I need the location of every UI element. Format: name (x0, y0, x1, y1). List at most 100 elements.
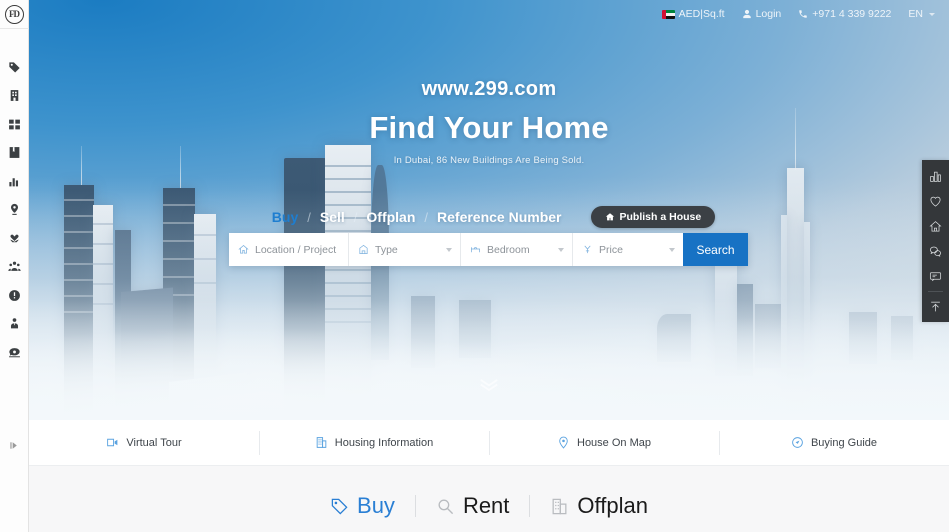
hands-heart-icon (9, 234, 19, 243)
sidebar-item-statistics[interactable] (0, 167, 29, 196)
home-icon (605, 213, 614, 221)
property-type-icon (359, 244, 368, 254)
search-tabs: Buy / Sell / Offplan / Reference Number (263, 209, 571, 225)
housing-information-icon (316, 437, 327, 448)
type-dropdown[interactable]: Type (349, 233, 461, 266)
agent-icon (10, 318, 18, 329)
search-tabs-row: Buy / Sell / Offplan / Reference Number … (29, 205, 949, 229)
logo-monogram: FD (4, 4, 24, 24)
home-button[interactable] (922, 214, 949, 239)
feature-buying-guide[interactable]: Buying Guide (719, 430, 949, 456)
sidebar-item-listings[interactable] (0, 139, 29, 168)
sidebar-item-buildings[interactable] (0, 82, 29, 111)
market-data-button[interactable] (922, 164, 949, 189)
bottom-tab-label: Offplan (577, 493, 648, 518)
bottom-tab-rent[interactable]: Rent (416, 493, 529, 519)
building-icon (552, 498, 567, 514)
type-label: Type (375, 243, 398, 256)
login-label: Login (755, 8, 782, 20)
feature-links-strip: Virtual Tour Housing Information House O… (29, 420, 949, 466)
back-to-top-button[interactable] (922, 294, 949, 319)
info-icon (8, 289, 20, 301)
compass-icon (792, 437, 803, 448)
chevron-down-icon (929, 12, 935, 16)
price-dropdown[interactable]: Price (573, 233, 683, 266)
sidebar-item-map[interactable] (0, 196, 29, 225)
magnifier-icon (438, 498, 454, 514)
tag-icon (331, 498, 348, 515)
currency-selector[interactable]: AED|Sq.ft (661, 8, 725, 20)
feature-virtual-tour[interactable]: Virtual Tour (29, 430, 259, 456)
scroll-top-icon (931, 301, 940, 312)
feature-label: Virtual Tour (126, 436, 182, 449)
feature-house-on-map[interactable]: House On Map (489, 430, 719, 456)
sidebar-item-favorites[interactable] (0, 224, 29, 253)
sidebar-item-agents[interactable] (0, 310, 29, 339)
search-button[interactable]: Search (683, 233, 748, 266)
phone-label: +971 4 339 9222 (812, 8, 892, 20)
bottom-category-section: Buy Rent Offplan (29, 466, 949, 532)
chevron-down-icon (558, 247, 564, 252)
site-url: www.299.com (421, 78, 557, 100)
chevron-right-icon (10, 441, 17, 449)
people-icon (7, 261, 21, 272)
tab-offplan[interactable]: Offplan (357, 209, 424, 225)
telephone-icon (8, 347, 20, 358)
page-title: Find Your Home (369, 110, 609, 145)
home-icon (929, 221, 942, 232)
hero-text-block: www.299.com Find Your Home In Dubai, 86 … (29, 78, 949, 166)
tab-reference-number[interactable]: Reference Number (428, 209, 571, 225)
divider (928, 291, 943, 292)
app-logo[interactable]: FD (0, 0, 29, 29)
bed-icon (471, 247, 480, 253)
login-button[interactable]: Login (742, 8, 782, 20)
search-input[interactable]: Location / Project (229, 233, 349, 266)
language-selector[interactable]: EN (908, 8, 935, 20)
tab-sell[interactable]: Sell (311, 209, 354, 225)
building-icon (10, 90, 18, 102)
sidebar-item-contact[interactable] (0, 338, 29, 367)
bottom-tab-buy[interactable]: Buy (310, 493, 415, 519)
right-floating-toolbar (922, 160, 949, 322)
page-root: AED|Sq.ft Login +971 4 339 9222 EN www.2… (0, 0, 949, 532)
search-input-placeholder: Location / Project (255, 243, 337, 256)
sidebar-item-buy[interactable] (0, 53, 29, 82)
feature-label: House On Map (577, 436, 651, 449)
map-marker-icon (559, 436, 568, 449)
sidebar-item-categories[interactable] (0, 110, 29, 139)
bedroom-label: Bedroom (487, 243, 530, 256)
bottom-tab-label: Buy (357, 493, 395, 518)
hero-subtitle: In Dubai, 86 New Buildings Are Being Sol… (393, 155, 585, 166)
book-icon (9, 147, 19, 159)
message-icon (929, 272, 942, 282)
chevron-down-icon (446, 247, 452, 252)
bedroom-dropdown[interactable]: Bedroom (461, 233, 573, 266)
publish-a-house-button[interactable]: Publish a House (590, 206, 716, 228)
map-pin-icon (10, 204, 18, 216)
scroll-down-indicator[interactable] (29, 378, 949, 391)
uae-flag-icon (661, 9, 675, 19)
bottom-category-tabs: Buy Rent Offplan (310, 493, 668, 519)
price-tag-icon (584, 245, 591, 254)
bottom-tab-offplan[interactable]: Offplan (530, 493, 668, 519)
top-utility-bar: AED|Sq.ft Login +971 4 339 9222 EN (29, 0, 949, 28)
feature-housing-information[interactable]: Housing Information (259, 430, 489, 456)
sidebar-expand-button[interactable] (0, 434, 29, 456)
message-button[interactable] (922, 264, 949, 289)
publish-label: Publish a House (619, 211, 702, 223)
sidebar-item-information[interactable] (0, 281, 29, 310)
favorites-button[interactable] (922, 189, 949, 214)
phone-number[interactable]: +971 4 339 9222 (798, 8, 891, 20)
language-label: EN (908, 8, 923, 20)
sidebar-icon-list (0, 53, 29, 367)
currency-label: AED|Sq.ft (678, 8, 725, 20)
left-sidebar: FD (0, 0, 29, 532)
feature-label: Buying Guide (810, 436, 878, 449)
feature-label: Housing Information (334, 436, 434, 449)
home-icon (238, 244, 249, 254)
sidebar-item-community[interactable] (0, 253, 29, 282)
chevron-down-icon (669, 247, 675, 252)
tab-buy[interactable]: Buy (263, 209, 307, 225)
wechat-button[interactable] (922, 239, 949, 264)
fog-layer-near (29, 300, 949, 420)
